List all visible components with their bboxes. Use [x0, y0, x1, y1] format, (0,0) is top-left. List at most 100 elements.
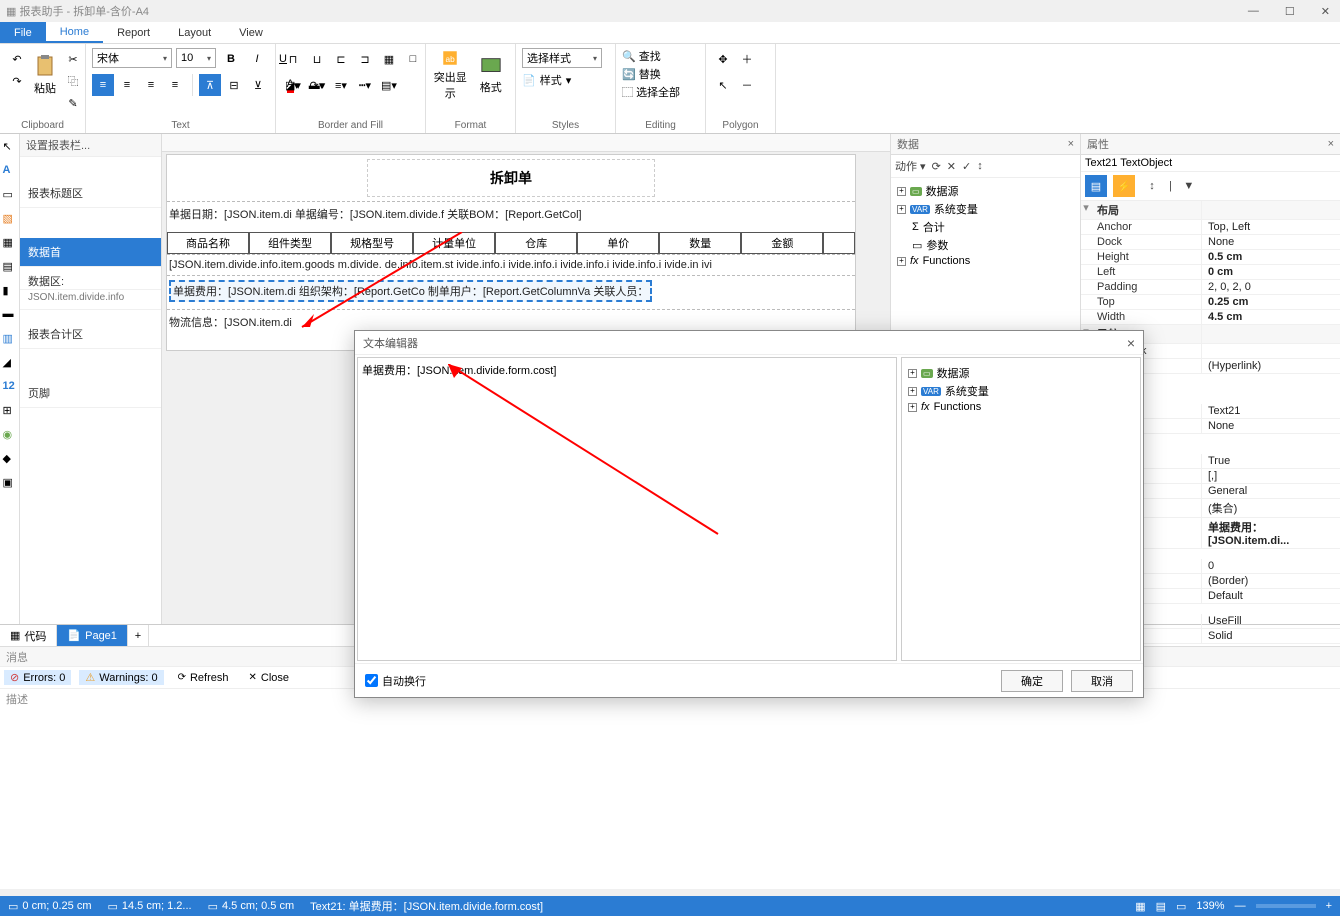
find-button[interactable]: 🔍 查找	[622, 48, 661, 64]
errors-pill[interactable]: ⊘Errors: 0	[4, 670, 71, 685]
dialog-close-icon[interactable]: ×	[1127, 335, 1135, 351]
ok-button[interactable]: 确定	[1001, 670, 1063, 692]
menu-report[interactable]: Report	[103, 22, 164, 43]
align-left-icon[interactable]: ≡	[92, 74, 114, 96]
fill-color-icon[interactable]: ◪▾	[282, 74, 304, 96]
font-family-combo[interactable]: 宋体▾	[92, 48, 172, 68]
report-title[interactable]: 拆卸单	[367, 159, 655, 197]
redo-icon[interactable]: ↷	[6, 70, 28, 92]
prop-filter-icon[interactable]: ▼	[1178, 175, 1200, 197]
band-sum-area[interactable]: 报表合计区	[20, 320, 161, 349]
zoom-out-icon[interactable]: —	[1235, 900, 1246, 912]
modal-tree-functions[interactable]: +fxFunctions	[908, 400, 1134, 414]
cut-icon[interactable]: ✂	[62, 48, 84, 70]
tool-bars-icon[interactable]: ▥	[3, 332, 17, 346]
replace-button[interactable]: 🔄 替换	[622, 66, 661, 82]
warnings-pill[interactable]: ⚠Warnings: 0	[79, 670, 163, 685]
maximize-icon[interactable]: ☐	[1281, 5, 1299, 18]
band-data-head[interactable]: 数据首	[20, 238, 161, 267]
tool-close-icon[interactable]: ▣	[3, 476, 17, 490]
band-title-area[interactable]: 报表标题区	[20, 179, 161, 208]
tree-param[interactable]: ▭参数	[897, 236, 1074, 254]
tool-barcode-icon[interactable]: ▮	[3, 284, 17, 298]
styles-button[interactable]: 📄 样式 ▾	[522, 72, 571, 88]
data-panel-toolbar[interactable]: 动作 ▾ ⟳ ✕ ✓ ↕	[891, 155, 1080, 178]
bold-icon[interactable]: B	[220, 48, 242, 70]
prop-close-icon[interactable]: ×	[1328, 138, 1334, 150]
tool-cross-icon[interactable]: ⊞	[3, 404, 17, 418]
close-messages-button[interactable]: ✕ Close	[243, 671, 296, 685]
bands-header[interactable]: 设置报表栏...	[20, 134, 161, 157]
brush-icon[interactable]: ✎	[62, 92, 84, 114]
report-row-4[interactable]: 物流信息：[JSON.item.di	[169, 314, 853, 330]
border-bottom-icon[interactable]: ⊔	[306, 48, 328, 70]
valign-top-icon[interactable]: ⊼	[199, 74, 221, 96]
poly-del-icon[interactable]: －	[736, 74, 758, 96]
highlight-button[interactable]: ab 突出显示	[432, 48, 469, 102]
tool-text-icon[interactable]: A	[3, 164, 17, 178]
border-right-icon[interactable]: ⊐	[354, 48, 376, 70]
view-grid-icon[interactable]: ▤	[1156, 900, 1166, 913]
zoom-in-icon[interactable]: +	[1326, 900, 1332, 912]
cancel-button[interactable]: 取消	[1071, 670, 1133, 692]
menu-file[interactable]: File	[0, 22, 46, 43]
report-table-header[interactable]: 商品名称 组件类型 规格型号 计量单位 仓库 单价 数量 金额	[167, 232, 855, 254]
poly-edit-icon[interactable]: ↖	[712, 74, 734, 96]
line-style-icon[interactable]: ┅▾	[354, 74, 376, 96]
align-center-icon[interactable]: ≡	[116, 74, 138, 96]
border-top-icon[interactable]: ⊓	[282, 48, 304, 70]
minimize-icon[interactable]: —	[1244, 5, 1263, 18]
prop-cat-icon[interactable]: ▤	[1085, 175, 1107, 197]
valign-bot-icon[interactable]: ⊻	[247, 74, 269, 96]
poly-move-icon[interactable]: ✥	[712, 48, 734, 70]
tool-chart-icon[interactable]: ▬	[3, 308, 17, 322]
style-combo[interactable]: 选择样式▾	[522, 48, 602, 68]
align-right-icon[interactable]: ≡	[140, 74, 162, 96]
check-icon[interactable]: ✓	[962, 160, 971, 173]
band-data-area[interactable]: 数据区:	[20, 267, 161, 290]
autowrap-checkbox[interactable]: 自动换行	[365, 673, 426, 689]
tree-functions[interactable]: +fxFunctions	[897, 254, 1074, 268]
prop-events-icon[interactable]: ⚡	[1113, 175, 1135, 197]
zoom-value[interactable]: 139%	[1196, 900, 1224, 912]
poly-add-icon[interactable]: ＋	[736, 48, 758, 70]
line-width-icon[interactable]: ≡▾	[330, 74, 352, 96]
tree-datasource[interactable]: +▭数据源	[897, 182, 1074, 200]
report-data-row[interactable]: [JSON.item.divide.info.item.goods m.divi…	[169, 259, 853, 271]
band-footer[interactable]: 页脚	[20, 379, 161, 408]
tool-cursor-icon[interactable]: ↖	[3, 140, 17, 154]
format-button[interactable]: 格式	[473, 48, 510, 102]
tool-subreport-icon[interactable]: ▤	[3, 260, 17, 274]
menu-view[interactable]: View	[225, 22, 277, 43]
sort-icon[interactable]: ↕	[977, 160, 983, 172]
border-left-icon[interactable]: ⊏	[330, 48, 352, 70]
view-page-icon[interactable]: ▭	[1176, 900, 1186, 913]
view-mode-icon[interactable]: ▦	[1135, 900, 1145, 913]
cell-style-icon[interactable]: ▤▾	[378, 74, 400, 96]
sync-icon[interactable]: ⟳	[932, 160, 941, 173]
tab-page1[interactable]: 📄 Page1	[57, 625, 128, 646]
tab-add-icon[interactable]: +	[128, 625, 149, 646]
copy-icon[interactable]: ⿻	[62, 70, 84, 92]
tool-gauge-icon[interactable]: ◉	[3, 428, 17, 442]
tool-line-icon[interactable]: ◢	[3, 356, 17, 370]
text-editor-textarea[interactable]: 单据费用：[JSON.item.divide.form.cost]	[357, 357, 897, 661]
menu-layout[interactable]: Layout	[164, 22, 225, 43]
refresh-button[interactable]: ⟳ Refresh	[172, 671, 235, 685]
zoom-slider[interactable]	[1256, 904, 1316, 908]
tool-misc-icon[interactable]: ◆	[3, 452, 17, 466]
report-row-3-selected[interactable]: 单据费用：[JSON.item.di 组织架构：[Report.GetCo 制单…	[169, 280, 652, 302]
tool-table-icon[interactable]: ▦	[3, 236, 17, 250]
tool-image-icon[interactable]: ▧	[3, 212, 17, 226]
modal-tree-sysvar[interactable]: +VAR系统变量	[908, 382, 1134, 400]
selectall-button[interactable]: ⬚ 选择全部	[622, 84, 680, 100]
modal-tree-datasource[interactable]: +▭数据源	[908, 364, 1134, 382]
tree-total[interactable]: Σ合计	[897, 218, 1074, 236]
border-none-icon[interactable]: □	[402, 48, 424, 70]
prop-object-name[interactable]: Text21 TextObject	[1081, 155, 1340, 172]
undo-icon[interactable]: ↶	[6, 48, 28, 70]
tool-number-icon[interactable]: 12	[3, 380, 17, 394]
line-color-icon[interactable]: ▬▾	[306, 74, 328, 96]
panel-close-icon[interactable]: ×	[1068, 138, 1074, 150]
align-justify-icon[interactable]: ≡	[164, 74, 186, 96]
